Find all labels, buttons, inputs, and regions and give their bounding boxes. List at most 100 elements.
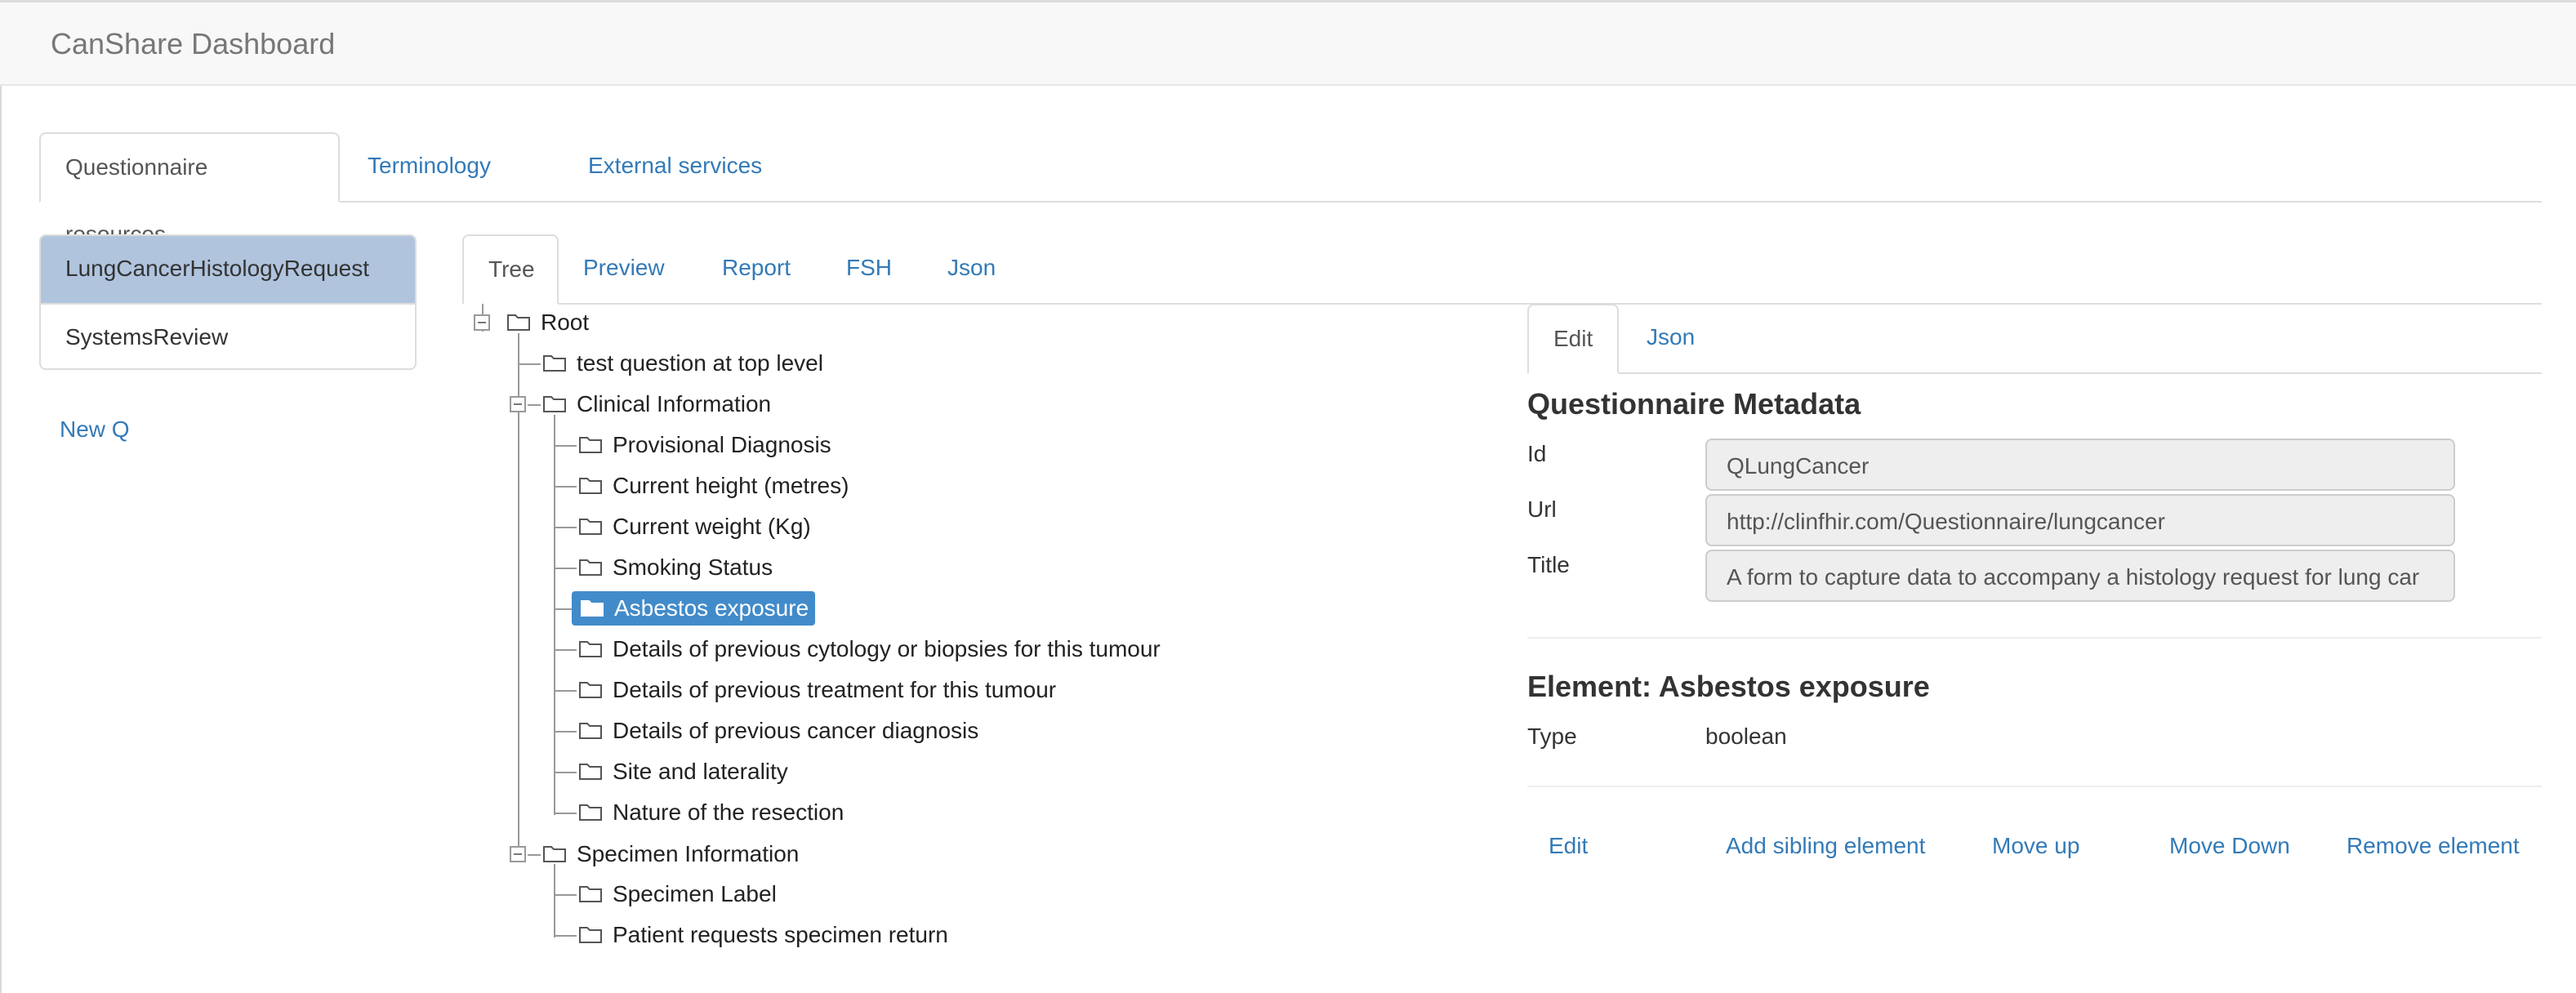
collapse-root-toggle[interactable] xyxy=(474,314,490,331)
metadata-heading: Questionnaire Metadata xyxy=(1527,387,1861,421)
tab-fsh[interactable]: FSH xyxy=(822,234,916,301)
tree-node-label: Details of previous treatment for this t… xyxy=(613,677,1057,702)
divider xyxy=(1527,786,2542,787)
detail-tabs: Edit Json xyxy=(1527,304,2542,374)
title-label: Title xyxy=(1527,552,1570,577)
tree-connector xyxy=(555,690,577,692)
folder-icon xyxy=(578,634,603,668)
tree-node[interactable]: Details of previous cancer diagnosis xyxy=(578,714,978,748)
url-label: Url xyxy=(1527,496,1557,522)
tree-node-label: Clinical Information xyxy=(577,391,772,416)
tree-node-label: Current height (metres) xyxy=(613,473,849,498)
tree-connector xyxy=(519,363,541,365)
tab-detail-json[interactable]: Json xyxy=(1622,304,1719,371)
folder-icon xyxy=(580,593,604,627)
add-sibling-element-button[interactable]: Add sibling element xyxy=(1726,833,1925,859)
move-up-button[interactable]: Move up xyxy=(1992,833,2079,859)
tab-questionnaire-resources[interactable]: Questionnaire resources xyxy=(39,132,340,247)
tree-node-label: Details of previous cancer diagnosis xyxy=(613,718,979,743)
type-label: Type xyxy=(1527,724,1577,749)
questionnaire-item-systemsreview[interactable]: SystemsReview xyxy=(41,303,415,368)
tree-connector xyxy=(554,864,555,937)
view-tabs: Tree Preview Report FSH Json xyxy=(462,234,2542,305)
id-label: Id xyxy=(1527,441,1547,466)
tab-report[interactable]: Report xyxy=(697,234,815,301)
tree-node-label: Specimen Label xyxy=(613,881,777,906)
tree-node-label: Specimen Information xyxy=(577,841,800,866)
tree-connector xyxy=(528,404,541,406)
tree-connector xyxy=(554,415,555,815)
tree-node-label: Nature of the resection xyxy=(613,799,845,825)
tree-node-clinical-information[interactable]: Clinical Information xyxy=(542,387,771,421)
tab-preview[interactable]: Preview xyxy=(559,234,689,301)
tree-node-label: Asbestos exposure xyxy=(614,595,809,621)
left-border xyxy=(0,2,2,993)
tree-connector xyxy=(555,445,577,447)
tree-node[interactable]: Smoking Status xyxy=(578,550,773,585)
tree-node-label: Smoking Status xyxy=(613,554,773,580)
tree-node-label: Root xyxy=(541,309,590,335)
tree-node-label: Site and laterality xyxy=(613,759,788,784)
tree-connector xyxy=(555,649,577,651)
folder-icon xyxy=(578,879,603,913)
edit-element-button[interactable]: Edit xyxy=(1549,833,1588,859)
folder-icon xyxy=(542,839,567,873)
navbar: CanShare Dashboard xyxy=(0,2,2576,86)
tree-node[interactable]: Site and laterality xyxy=(578,755,788,789)
tab-json[interactable]: Json xyxy=(923,234,1020,301)
type-value: boolean xyxy=(1705,724,1787,749)
tree-connector xyxy=(555,935,577,937)
folder-icon xyxy=(578,797,603,831)
tab-external-services[interactable]: External services xyxy=(564,132,787,199)
tab-tree[interactable]: Tree xyxy=(462,234,559,305)
move-down-button[interactable]: Move Down xyxy=(2169,833,2290,859)
tree-node[interactable]: Specimen Label xyxy=(578,877,777,911)
tree-node-label: Current weight (Kg) xyxy=(613,514,811,539)
folder-icon xyxy=(578,756,603,790)
collapse-specimen-toggle[interactable] xyxy=(510,846,526,862)
id-field[interactable]: QLungCancer xyxy=(1705,439,2455,491)
tree-connector xyxy=(555,486,577,488)
element-heading: Element: Asbestos exposure xyxy=(1527,670,1930,703)
tree-connector xyxy=(555,894,577,896)
collapse-clinical-toggle[interactable] xyxy=(510,396,526,412)
tree-node[interactable]: Details of previous cytology or biopsies… xyxy=(578,632,1161,666)
questionnaire-item-lungcancer[interactable]: LungCancerHistologyRequest xyxy=(41,236,415,303)
tab-edit[interactable]: Edit xyxy=(1527,304,1619,374)
folder-icon xyxy=(578,715,603,750)
title-field[interactable]: A form to capture data to accompany a hi… xyxy=(1705,550,2455,602)
folder-icon xyxy=(542,389,567,423)
folder-icon xyxy=(542,348,567,382)
tree-node[interactable]: Current weight (Kg) xyxy=(578,510,811,544)
folder-icon xyxy=(578,920,603,954)
folder-icon xyxy=(578,552,603,586)
divider xyxy=(1527,637,2542,639)
tree-connector xyxy=(555,813,577,814)
tree-connector xyxy=(555,568,577,569)
tree-connector xyxy=(555,772,577,773)
tree-node[interactable]: Current height (metres) xyxy=(578,469,849,503)
tree-node[interactable]: test question at top level xyxy=(542,346,823,381)
folder-icon xyxy=(578,430,603,464)
tree-connector xyxy=(555,527,577,528)
tree-node-root[interactable]: Root xyxy=(506,305,589,340)
tree-node[interactable]: Patient requests specimen return xyxy=(578,918,948,952)
url-field[interactable]: http://clinfhir.com/Questionnaire/lungca… xyxy=(1705,494,2455,546)
main-tabs: Questionnaire resources Terminology Exte… xyxy=(39,132,2542,247)
tree-connector xyxy=(528,854,541,856)
folder-icon xyxy=(578,511,603,545)
folder-icon xyxy=(506,307,531,341)
tree-connector xyxy=(555,608,572,610)
app-title[interactable]: CanShare Dashboard xyxy=(51,27,335,61)
tree-node-label: Details of previous cytology or biopsies… xyxy=(613,636,1161,661)
tree-node[interactable]: Details of previous treatment for this t… xyxy=(578,673,1056,707)
tree-node[interactable]: Provisional Diagnosis xyxy=(578,428,831,462)
tree-node-specimen-information[interactable]: Specimen Information xyxy=(542,837,799,871)
tree-node-selected[interactable]: Asbestos exposure xyxy=(572,591,816,627)
questionnaire-list: LungCancerHistologyRequest SystemsReview xyxy=(39,234,417,370)
tree-node[interactable]: Nature of the resection xyxy=(578,795,844,830)
tab-terminology[interactable]: Terminology xyxy=(343,132,515,199)
new-questionnaire-link[interactable]: New Q xyxy=(60,416,130,443)
remove-element-button[interactable]: Remove element xyxy=(2346,833,2520,859)
tree-node-label: test question at top level xyxy=(577,350,823,376)
